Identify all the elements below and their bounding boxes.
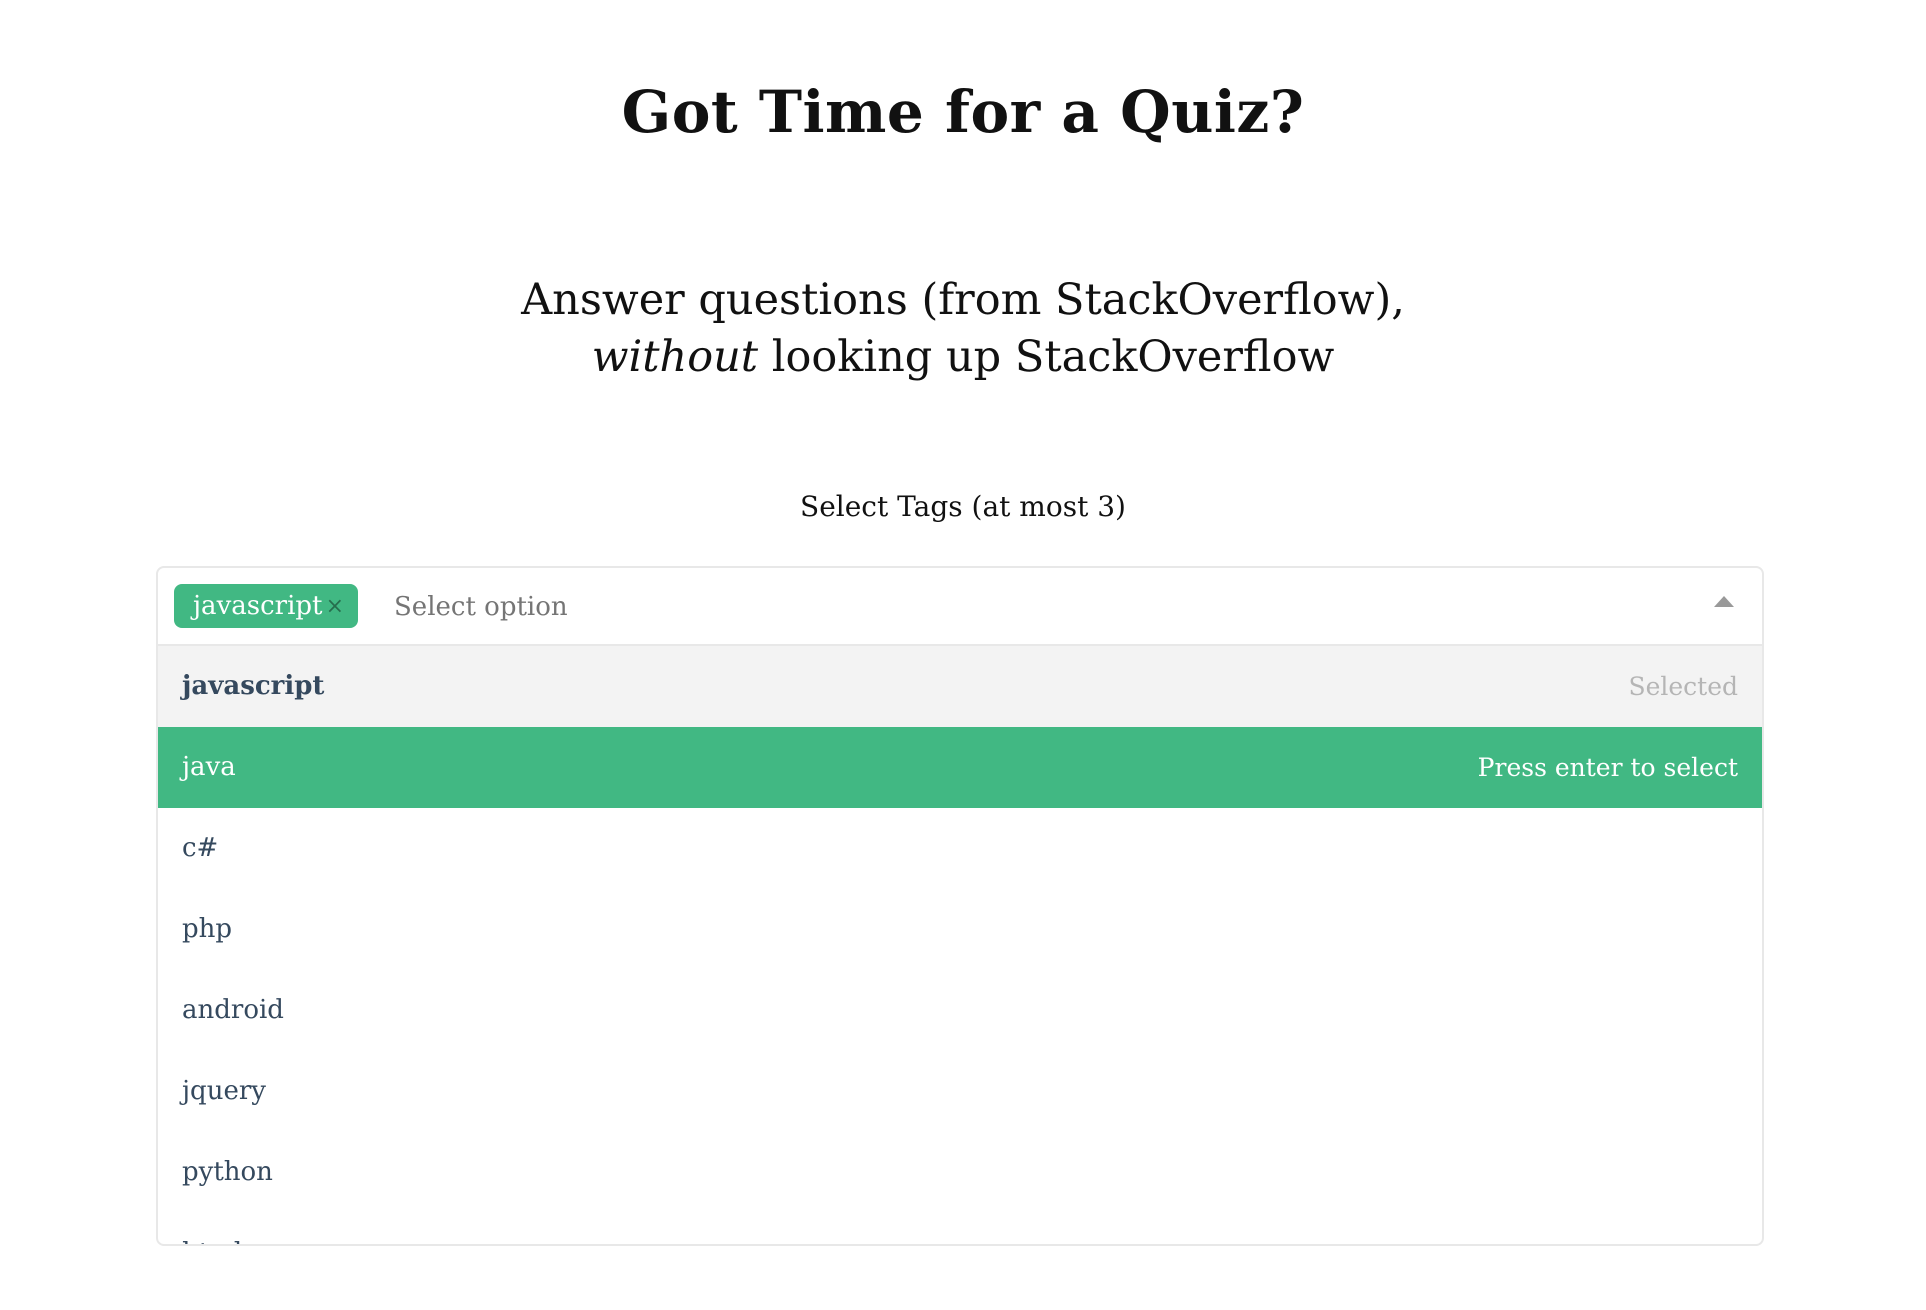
tag-multiselect[interactable]: javascript × javascript Selected java Pr… — [156, 566, 1764, 1246]
option-android[interactable]: android — [158, 970, 1762, 1051]
option-javascript[interactable]: javascript Selected — [158, 646, 1762, 727]
option-label: php — [182, 914, 233, 944]
option-label: jquery — [182, 1076, 266, 1106]
selected-tag-javascript: javascript × — [174, 584, 358, 628]
option-label: c# — [182, 833, 219, 863]
option-html[interactable]: html — [158, 1213, 1762, 1244]
option-hint: Selected — [1628, 672, 1738, 701]
option-hint: Press enter to select — [1477, 753, 1738, 782]
selected-tag-label: javascript — [193, 591, 323, 621]
option-label: python — [182, 1157, 273, 1187]
subtitle-line-1: Answer questions (from StackOverflow), — [521, 275, 1405, 325]
option-csharp[interactable]: c# — [158, 808, 1762, 889]
option-label: html — [182, 1238, 242, 1244]
option-php[interactable]: php — [158, 889, 1762, 970]
option-label: java — [182, 752, 236, 782]
option-jquery[interactable]: jquery — [158, 1051, 1762, 1132]
subtitle-italic-word: without — [591, 332, 759, 382]
subtitle-line-2: without looking up StackOverflow — [0, 329, 1926, 386]
page-subtitle: Answer questions (from StackOverflow), w… — [0, 272, 1926, 386]
option-label: android — [182, 995, 284, 1025]
tag-search-input[interactable] — [394, 568, 1594, 646]
option-java[interactable]: java Press enter to select — [158, 727, 1762, 808]
option-label: javascript — [182, 671, 325, 701]
tag-select-label: Select Tags (at most 3) — [800, 490, 1126, 523]
option-python[interactable]: python — [158, 1132, 1762, 1213]
caret-up-icon[interactable] — [1714, 596, 1734, 607]
page-title: Got Time for a Quiz? — [621, 78, 1305, 146]
options-list[interactable]: javascript Selected java Press enter to … — [158, 646, 1762, 1244]
subtitle-line-2-rest: looking up StackOverflow — [758, 332, 1335, 382]
remove-tag-icon[interactable]: × — [326, 584, 344, 630]
quiz-landing-page: Got Time for a Quiz? Answer questions (f… — [0, 0, 1926, 1310]
multiselect-header[interactable]: javascript × — [158, 568, 1762, 646]
